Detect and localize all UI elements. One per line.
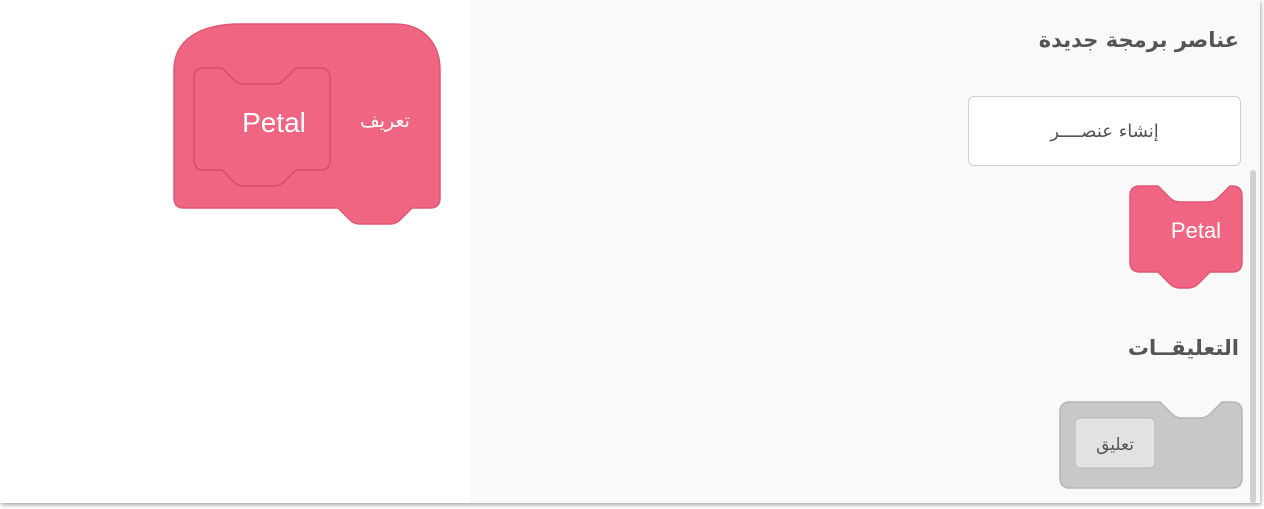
define-block[interactable]: Petal تعريف: [173, 23, 441, 225]
app-frame: عناصر برمجة جديدة إنشاء عنصــــر التعليق…: [0, 0, 1264, 509]
define-block-name: Petal: [242, 107, 306, 138]
define-block-label: تعريف: [360, 111, 410, 132]
palette-custom-block-label: Petal: [1171, 218, 1221, 243]
palette-comment-block[interactable]: تعليق: [1059, 401, 1243, 489]
comment-block-label: تعليق: [1096, 435, 1134, 455]
palette-custom-block[interactable]: Petal: [1129, 185, 1243, 289]
